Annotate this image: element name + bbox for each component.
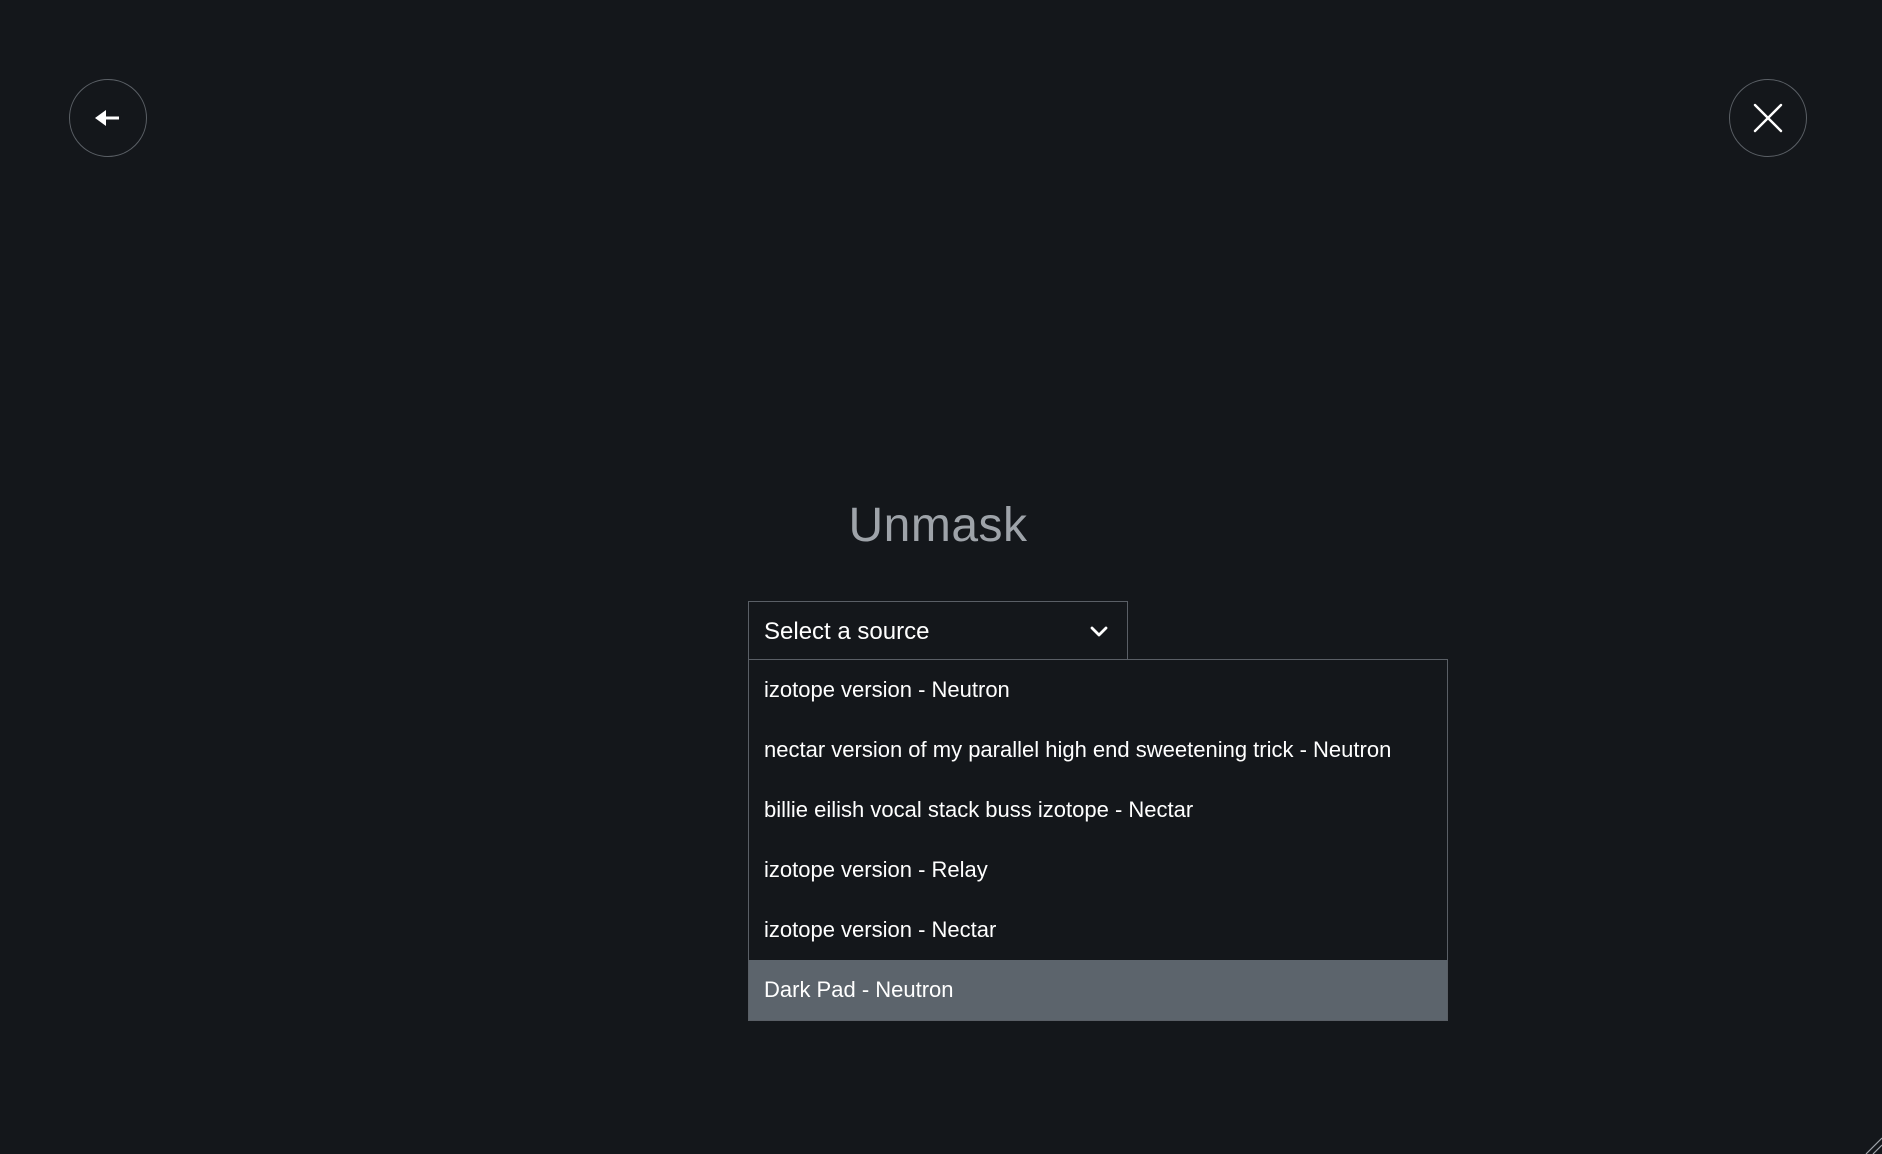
back-button[interactable] bbox=[69, 79, 147, 157]
page: Unmask Select a source izotope version -… bbox=[0, 0, 1882, 1154]
page-title: Unmask bbox=[848, 499, 1028, 552]
chevron-down-icon bbox=[1090, 626, 1108, 637]
resize-grip-icon[interactable] bbox=[1864, 1136, 1882, 1154]
source-select-label: Select a source bbox=[764, 617, 930, 645]
dropdown-option[interactable]: nectar version of my parallel high end s… bbox=[749, 720, 1447, 780]
dropdown-option[interactable]: izotope version - Nectar bbox=[749, 900, 1447, 960]
close-icon bbox=[1753, 103, 1783, 133]
dropdown-option[interactable]: izotope version - Neutron bbox=[749, 660, 1447, 720]
source-dropdown-list: izotope version - Neutron nectar version… bbox=[748, 659, 1448, 1021]
dropdown-option[interactable]: izotope version - Relay bbox=[749, 840, 1447, 900]
dropdown-option[interactable]: billie eilish vocal stack buss izotope -… bbox=[749, 780, 1447, 840]
arrow-left-icon bbox=[95, 110, 119, 126]
source-select[interactable]: Select a source bbox=[748, 601, 1128, 661]
close-button[interactable] bbox=[1729, 79, 1807, 157]
dropdown-option-highlighted[interactable]: Dark Pad - Neutron bbox=[749, 960, 1447, 1020]
